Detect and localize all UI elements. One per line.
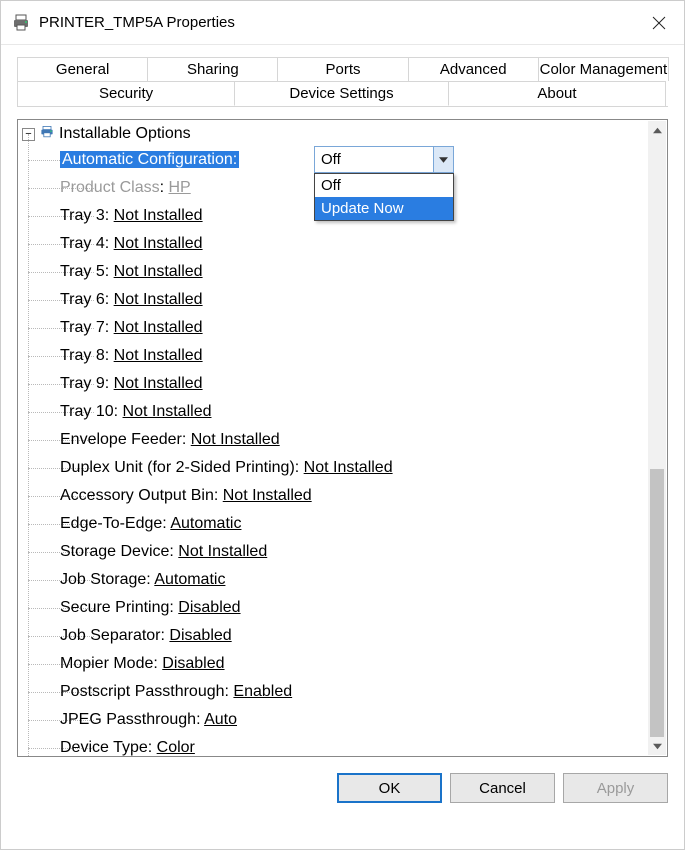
- tree-item[interactable]: Tray 6: Not Installed: [18, 286, 648, 314]
- setting-label: Storage Device: [60, 543, 169, 560]
- setting-label: JPEG Passthrough: [60, 711, 196, 728]
- tab-advanced[interactable]: Advanced: [408, 57, 539, 81]
- close-button[interactable]: [636, 1, 682, 44]
- setting-value[interactable]: Disabled: [162, 655, 224, 672]
- setting-value[interactable]: Not Installed: [223, 487, 312, 504]
- setting-value[interactable]: HP: [168, 179, 190, 196]
- tree-root-label: Installable Options: [59, 125, 191, 143]
- tree-item[interactable]: Accessory Output Bin: Not Installed: [18, 482, 648, 510]
- setting-value[interactable]: Auto: [204, 711, 237, 728]
- scroll-up-icon[interactable]: [648, 121, 666, 139]
- settings-tree: − Installable Options Automatic Configur…: [18, 120, 648, 756]
- setting-label: Postscript Passthrough: [60, 683, 225, 700]
- tree-item[interactable]: JPEG Passthrough: Auto: [18, 706, 648, 734]
- setting-label: Tray 10: [60, 403, 114, 420]
- tabs: GeneralSharingPortsAdvancedColor Managem…: [1, 45, 684, 107]
- tree-item[interactable]: Job Separator: Disabled: [18, 622, 648, 650]
- tab-general[interactable]: General: [17, 57, 148, 81]
- tree-item[interactable]: Storage Device: Not Installed: [18, 538, 648, 566]
- tree-item[interactable]: Mopier Mode: Disabled: [18, 650, 648, 678]
- setting-label: Edge-To-Edge: [60, 515, 162, 532]
- scrollbar-thumb[interactable]: [650, 469, 664, 737]
- tree-item[interactable]: Envelope Feeder: Not Installed: [18, 426, 648, 454]
- setting-value[interactable]: Not Installed: [114, 263, 203, 280]
- printer-icon: [39, 124, 55, 145]
- tree-item[interactable]: Duplex Unit (for 2-Sided Printing): Not …: [18, 454, 648, 482]
- setting-value[interactable]: Disabled: [169, 627, 231, 644]
- vertical-scrollbar[interactable]: [648, 121, 666, 755]
- setting-label: Tray 4: [60, 235, 105, 252]
- setting-label: Device Type: [60, 739, 148, 756]
- tree-item[interactable]: Job Storage: Automatic: [18, 566, 648, 594]
- setting-label: Accessory Output Bin: [60, 487, 214, 504]
- tab-color-management[interactable]: Color Management: [538, 57, 669, 81]
- setting-label: Product Class: [60, 179, 160, 196]
- setting-label: Job Storage: [60, 571, 146, 588]
- tree-item[interactable]: Device Type: Color: [18, 734, 648, 756]
- setting-value[interactable]: Automatic: [170, 515, 241, 532]
- cancel-button[interactable]: Cancel: [450, 773, 555, 803]
- setting-value[interactable]: Enabled: [233, 683, 292, 700]
- setting-value[interactable]: Not Installed: [114, 207, 203, 224]
- tab-about[interactable]: About: [448, 81, 666, 106]
- setting-label: Tray 3: [60, 207, 105, 224]
- tab-device-settings[interactable]: Device Settings: [234, 81, 449, 106]
- automatic-configuration-dropdown[interactable]: Off: [314, 146, 454, 173]
- tree-root[interactable]: − Installable Options: [18, 122, 648, 146]
- setting-label: Tray 8: [60, 347, 105, 364]
- scroll-down-icon[interactable]: [648, 737, 666, 755]
- chevron-down-icon[interactable]: [433, 147, 453, 172]
- titlebar: PRINTER_TMP5A Properties: [1, 1, 684, 45]
- dialog-buttons: OK Cancel Apply: [1, 763, 684, 817]
- tree-item[interactable]: Tray 8: Not Installed: [18, 342, 648, 370]
- setting-value[interactable]: Not Installed: [114, 235, 203, 252]
- setting-value[interactable]: Not Installed: [114, 375, 203, 392]
- setting-label: Tray 7: [60, 319, 105, 336]
- setting-value[interactable]: Automatic: [154, 571, 225, 588]
- setting-value[interactable]: Not Installed: [114, 319, 203, 336]
- setting-value[interactable]: Not Installed: [114, 347, 203, 364]
- setting-label: Mopier Mode: [60, 655, 153, 672]
- tree-item[interactable]: Tray 4: Not Installed: [18, 230, 648, 258]
- dropdown-list: OffUpdate Now: [314, 173, 454, 221]
- tab-ports[interactable]: Ports: [277, 57, 408, 81]
- setting-label: Envelope Feeder: [60, 431, 182, 448]
- setting-value[interactable]: Not Installed: [123, 403, 212, 420]
- tree-item[interactable]: Edge-To-Edge: Automatic: [18, 510, 648, 538]
- apply-button: Apply: [563, 773, 668, 803]
- setting-value[interactable]: Not Installed: [114, 291, 203, 308]
- setting-label: Tray 5: [60, 263, 105, 280]
- tree-item[interactable]: Tray 5: Not Installed: [18, 258, 648, 286]
- tree-item[interactable]: Tray 7: Not Installed: [18, 314, 648, 342]
- setting-value[interactable]: Color: [157, 739, 195, 756]
- printer-icon: [11, 13, 31, 33]
- setting-label: Secure Printing: [60, 599, 169, 616]
- dropdown-option[interactable]: Update Now: [315, 197, 453, 220]
- setting-label: Duplex Unit (for 2-Sided Printing): [60, 459, 295, 476]
- dropdown-option[interactable]: Off: [315, 174, 453, 197]
- selected-setting-label: Automatic Configuration:: [60, 151, 239, 168]
- tree-item[interactable]: Tray 9: Not Installed: [18, 370, 648, 398]
- setting-value[interactable]: Disabled: [178, 599, 240, 616]
- setting-label: Job Separator: [60, 627, 161, 644]
- tree-item[interactable]: Tray 10: Not Installed: [18, 398, 648, 426]
- setting-label: Tray 9: [60, 375, 105, 392]
- setting-value[interactable]: Not Installed: [191, 431, 280, 448]
- device-settings-panel: − Installable Options Automatic Configur…: [17, 119, 668, 757]
- setting-label: Tray 6: [60, 291, 105, 308]
- setting-value[interactable]: Not Installed: [304, 459, 393, 476]
- tab-security[interactable]: Security: [17, 81, 235, 106]
- tree-item[interactable]: Secure Printing: Disabled: [18, 594, 648, 622]
- window-title: PRINTER_TMP5A Properties: [39, 14, 636, 31]
- ok-button[interactable]: OK: [337, 773, 442, 803]
- tree-item[interactable]: Postscript Passthrough: Enabled: [18, 678, 648, 706]
- tree-item-automatic-configuration[interactable]: Automatic Configuration: Off OffUpdate N…: [18, 146, 648, 174]
- tab-sharing[interactable]: Sharing: [147, 57, 278, 81]
- dropdown-value: Off: [315, 151, 433, 168]
- setting-value[interactable]: Not Installed: [178, 543, 267, 560]
